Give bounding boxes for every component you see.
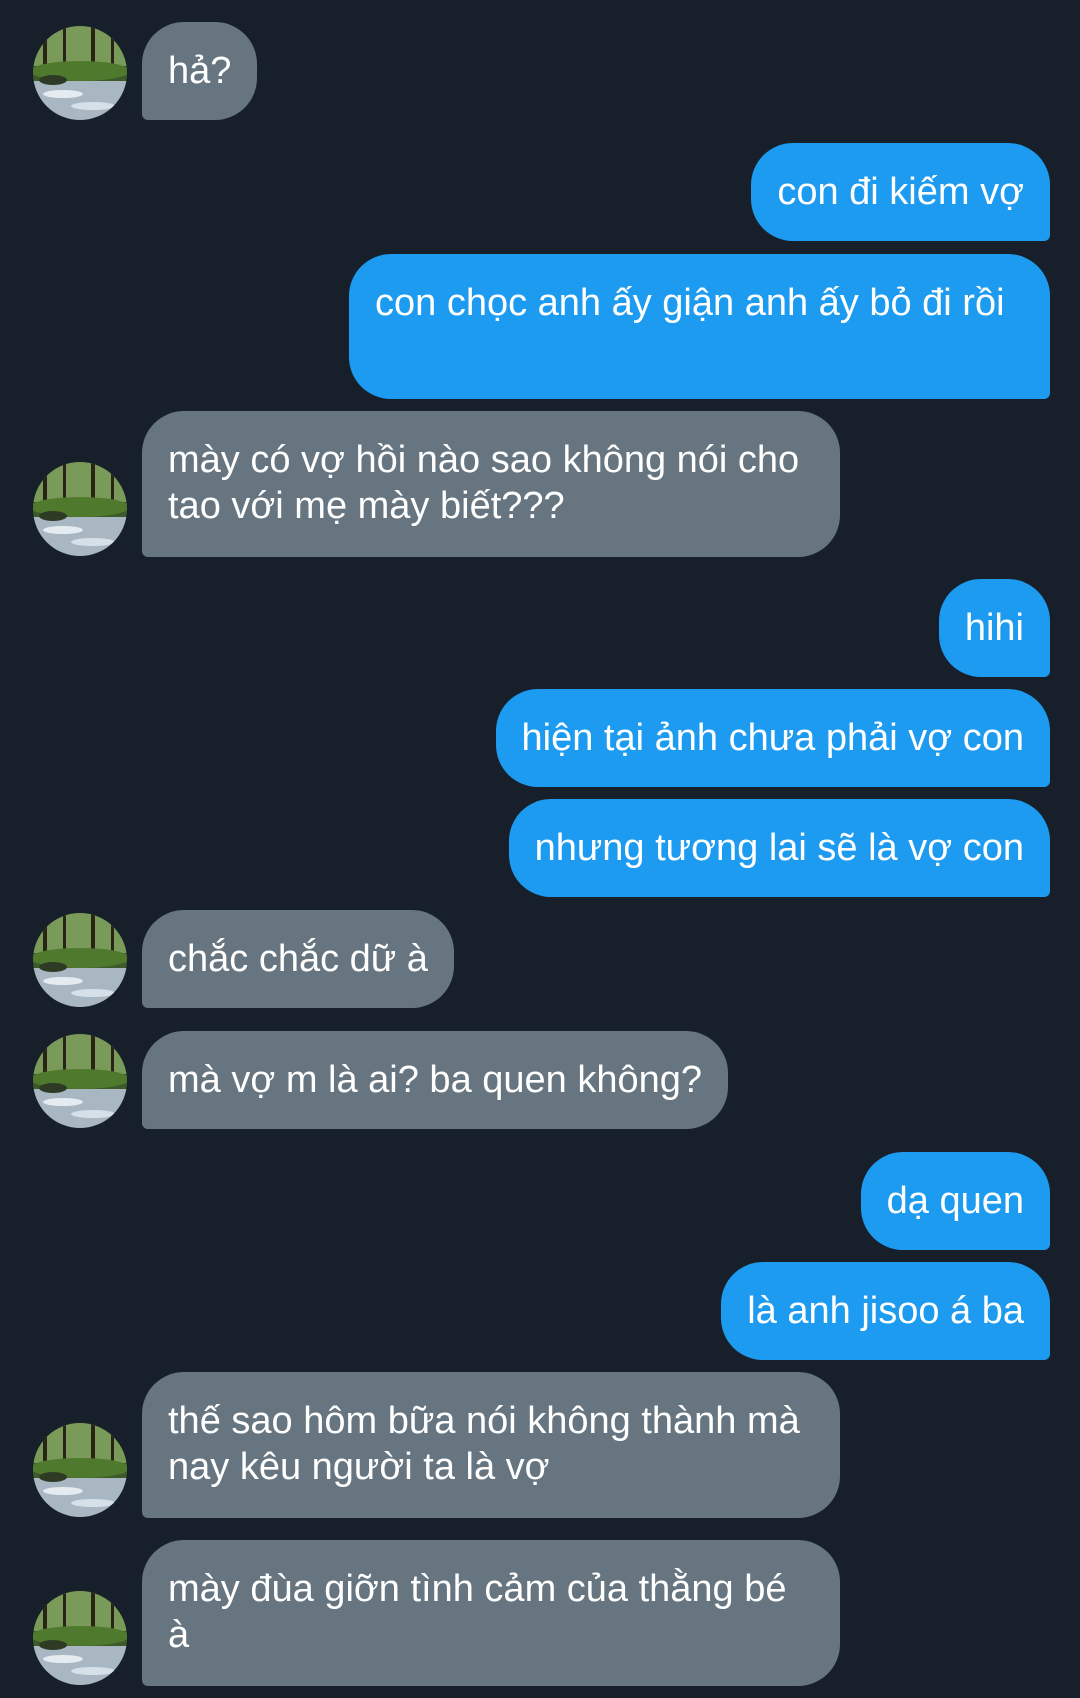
incoming-message-bubble[interactable]: thế sao hôm bữa nói không thành mà nay k… xyxy=(142,1372,840,1518)
message-text: con đi kiếm vợ xyxy=(777,171,1024,213)
forest-stream-avatar-icon xyxy=(33,1591,127,1685)
message-text: hả? xyxy=(168,50,232,92)
message-text: hiện tại ảnh chưa phải vợ con xyxy=(521,717,1024,759)
message-text: dạ quen xyxy=(886,1180,1024,1222)
incoming-message-bubble[interactable]: mà vợ m là ai? ba quen không? xyxy=(142,1031,729,1129)
forest-stream-avatar-icon xyxy=(33,1423,127,1517)
message-text: chắc chắc dữ à xyxy=(168,938,428,980)
contact-avatar[interactable] xyxy=(33,26,127,120)
message-text: mày đùa giỡn tình cảm của thằng bé à xyxy=(168,1568,787,1656)
forest-stream-avatar-icon xyxy=(33,1034,127,1128)
outgoing-message-bubble[interactable]: hiện tại ảnh chưa phải vợ con xyxy=(495,689,1050,787)
outgoing-message-bubble[interactable]: con đi kiếm vợ xyxy=(751,143,1050,241)
forest-stream-avatar-icon xyxy=(33,462,127,556)
message-text: thế sao hôm bữa nói không thành mà nay k… xyxy=(168,1400,800,1488)
message-text: mà vợ m là ai? ba quen không? xyxy=(168,1059,703,1101)
outgoing-message-bubble[interactable]: nhưng tương lai sẽ là vợ con xyxy=(508,799,1050,897)
outgoing-message-bubble[interactable]: con chọc anh ấy giận anh ấy bỏ đi rồi xyxy=(349,254,1050,399)
incoming-message-bubble[interactable]: hả? xyxy=(142,22,258,120)
forest-stream-avatar-icon xyxy=(33,913,127,1007)
outgoing-message-bubble[interactable]: dạ quen xyxy=(860,1152,1050,1250)
contact-avatar[interactable] xyxy=(33,1591,127,1685)
outgoing-message-bubble[interactable]: là anh jisoo á ba xyxy=(721,1262,1050,1360)
message-text: hihi xyxy=(964,607,1024,649)
contact-avatar[interactable] xyxy=(33,1034,127,1128)
incoming-message-bubble[interactable]: chắc chắc dữ à xyxy=(142,910,454,1008)
contact-avatar[interactable] xyxy=(33,913,127,1007)
forest-stream-avatar-icon xyxy=(33,26,127,120)
message-text: mày có vợ hồi nào sao không nói cho tao … xyxy=(168,439,800,527)
contact-avatar[interactable] xyxy=(33,1423,127,1517)
outgoing-message-bubble[interactable]: hihi xyxy=(938,579,1050,677)
chat-thread: hả? con đi kiếm vợ con chọc anh ấy giận … xyxy=(0,0,1080,1698)
incoming-message-bubble[interactable]: mày đùa giỡn tình cảm của thằng bé à xyxy=(142,1540,840,1686)
incoming-message-bubble[interactable]: mày có vợ hồi nào sao không nói cho tao … xyxy=(142,411,840,557)
message-text: là anh jisoo á ba xyxy=(747,1290,1024,1332)
message-text: nhưng tương lai sẽ là vợ con xyxy=(534,827,1024,869)
message-text: con chọc anh ấy giận anh ấy bỏ đi rồi xyxy=(375,282,1005,324)
contact-avatar[interactable] xyxy=(33,462,127,556)
